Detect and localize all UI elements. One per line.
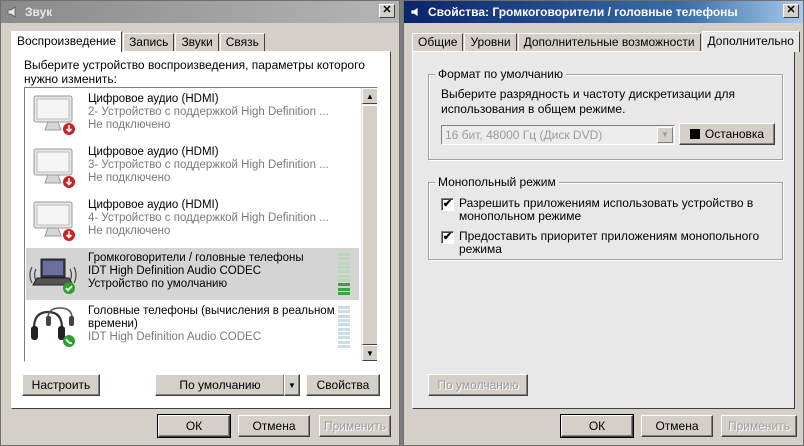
- scroll-down-button[interactable]: ▼: [362, 345, 377, 361]
- close-button[interactable]: ✕: [783, 4, 799, 18]
- sound-titlebar[interactable]: Звук ✕: [1, 1, 399, 23]
- communication-phone-icon: [63, 335, 75, 347]
- window-title: Свойства: Громкоговорители / головные те…: [428, 5, 738, 19]
- priority-exclusive-label: Предоставить приоритет приложениям моноп…: [459, 229, 760, 256]
- group-title: Монопольный режим: [435, 175, 559, 189]
- restore-defaults-button[interactable]: По умолчанию: [428, 374, 528, 396]
- allow-exclusive-checkbox[interactable]: ✔: [441, 198, 454, 211]
- test-stop-button[interactable]: Остановка: [679, 123, 775, 145]
- tab-general[interactable]: Общие: [412, 33, 464, 52]
- format-description: Выберите разрядность и частоту дискретиз…: [441, 87, 736, 116]
- tab-sounds[interactable]: Звуки: [175, 33, 219, 52]
- device-status: Устройство по умолчанию: [88, 278, 228, 290]
- device-description: 3- Устройство с поддержкой High Definiti…: [88, 159, 329, 171]
- tab-recording[interactable]: Запись: [123, 33, 175, 52]
- device-name: Цифровое аудио (HDMI): [88, 146, 219, 158]
- window-title: Звук: [25, 5, 53, 19]
- headphones-icon: [28, 306, 78, 348]
- device-item-hdmi-2[interactable]: Цифровое аудио (HDMI) 2- Устройство с по…: [26, 89, 359, 141]
- scroll-thumb[interactable]: [362, 105, 377, 345]
- device-item-hdmi-4[interactable]: Цифровое аудио (HDMI) 4- Устройство с по…: [26, 195, 359, 247]
- group-title: Формат по умолчанию: [435, 67, 566, 81]
- tab-strip: Воспроизведение Запись Звуки Связь: [11, 31, 266, 52]
- volume-meter: [338, 253, 350, 295]
- tab-enhancements[interactable]: Дополнительные возможности: [517, 33, 701, 52]
- priority-exclusive-option[interactable]: ✔ Предоставить приоритет приложениям мон…: [441, 230, 771, 256]
- speaker-icon: [5, 4, 21, 20]
- configure-button[interactable]: Настроить: [22, 374, 100, 396]
- device-name-cont: времени): [88, 318, 138, 330]
- tab-levels[interactable]: Уровни: [464, 33, 517, 52]
- device-description: 4- Устройство с поддержкой High Definiti…: [88, 212, 329, 224]
- ok-button[interactable]: ОК: [560, 414, 634, 438]
- scroll-up-button[interactable]: ▲: [362, 88, 377, 104]
- cancel-button[interactable]: Отмена: [641, 415, 713, 437]
- tab-strip: Общие Уровни Дополнительные возможности …: [412, 31, 801, 52]
- sound-dialog: Звук ✕ Воспроизведение Запись Звуки Связ…: [0, 0, 400, 446]
- cancel-button[interactable]: Отмена: [238, 415, 310, 437]
- monitor-icon: [28, 94, 78, 136]
- tab-advanced[interactable]: Дополнительно: [701, 31, 800, 52]
- device-list-scrollbar[interactable]: ▲ ▼: [361, 88, 377, 361]
- set-default-dropdown[interactable]: ▼: [284, 374, 300, 396]
- test-stop-label: Остановка: [704, 127, 765, 141]
- device-name: Громкоговорители / головные телефоны: [88, 252, 304, 264]
- properties-button[interactable]: Свойства: [306, 374, 380, 396]
- device-name: Цифровое аудио (HDMI): [88, 93, 219, 105]
- speaker-icon: [408, 4, 424, 20]
- device-item-hdmi-3[interactable]: Цифровое аудио (HDMI) 3- Устройство с по…: [26, 142, 359, 194]
- playback-panel: Выберите устройство воспроизведения, пар…: [11, 51, 391, 409]
- apply-button[interactable]: Применить: [721, 415, 797, 437]
- volume-meter: [338, 306, 350, 348]
- device-status: Не подключено: [88, 119, 171, 131]
- tab-communications[interactable]: Связь: [219, 33, 265, 52]
- device-list[interactable]: Цифровое аудио (HDMI) 2- Устройство с по…: [24, 87, 378, 362]
- priority-exclusive-checkbox[interactable]: ✔: [441, 231, 454, 244]
- set-default-button[interactable]: По умолчанию: [155, 374, 285, 396]
- chevron-down-icon: ▼: [657, 127, 673, 143]
- device-name: Цифровое аудио (HDMI): [88, 199, 219, 211]
- stop-icon: [689, 129, 700, 139]
- device-name: Головные телефоны (вычисления в реальном: [88, 305, 335, 317]
- device-item-headphones[interactable]: Головные телефоны (вычисления в реальном…: [26, 301, 359, 353]
- format-select-value: 16 бит, 48000 Гц (Диск DVD): [445, 128, 603, 142]
- close-button[interactable]: ✕: [379, 4, 395, 18]
- monitor-icon: [28, 147, 78, 189]
- monitor-icon: [28, 200, 78, 242]
- allow-exclusive-option[interactable]: ✔ Разрешить приложениям использовать уст…: [441, 197, 771, 223]
- apply-button[interactable]: Применить: [319, 415, 391, 437]
- advanced-panel: Формат по умолчанию Выберите разрядность…: [412, 51, 795, 409]
- ok-button[interactable]: ОК: [157, 414, 231, 438]
- exclusive-mode-group: Монопольный режим ✔ Разрешить приложения…: [428, 175, 783, 260]
- laptop-speakers-icon: [28, 253, 78, 295]
- allow-exclusive-label: Разрешить приложениям использовать устро…: [459, 196, 754, 223]
- device-item-speakers[interactable]: Громкоговорители / головные телефоны IDT…: [26, 248, 359, 300]
- device-status: Не подключено: [88, 225, 171, 237]
- device-status: Не подключено: [88, 172, 171, 184]
- device-description: 2- Устройство с поддержкой High Definiti…: [88, 106, 329, 118]
- device-description: IDT High Definition Audio CODEC: [88, 331, 261, 343]
- tab-playback[interactable]: Воспроизведение: [11, 31, 123, 52]
- properties-dialog: Свойства: Громкоговорители / головные те…: [403, 0, 804, 446]
- default-format-group: Формат по умолчанию Выберите разрядность…: [428, 67, 783, 160]
- device-description: IDT High Definition Audio CODEC: [88, 265, 261, 277]
- format-select[interactable]: 16 бит, 48000 Гц (Диск DVD) ▼: [441, 125, 675, 145]
- properties-titlebar[interactable]: Свойства: Громкоговорители / головные те…: [404, 1, 803, 23]
- chevron-down-icon: ▼: [288, 380, 296, 390]
- playback-description: Выберите устройство воспроизведения, пар…: [24, 58, 365, 86]
